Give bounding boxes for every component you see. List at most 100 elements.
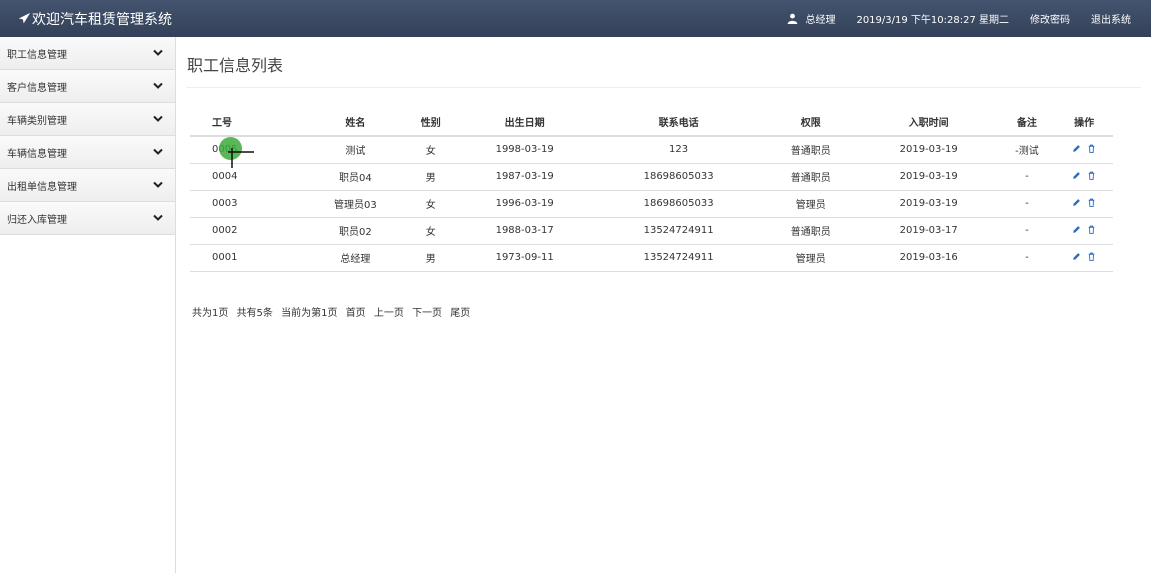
cell-actions: [1055, 244, 1113, 272]
column-header: 工号: [190, 108, 305, 137]
top-navbar: 欢迎汽车租赁管理系统 总经理 2019/3/19 下午10:28:27 星期二 …: [0, 0, 1151, 37]
sidebar-item-label: 车辆类别管理: [7, 115, 67, 127]
pager-total-records: 共有5条: [236, 308, 273, 319]
cell-actions: [1055, 190, 1113, 218]
cell-phone: 18698605033: [594, 163, 763, 191]
cursor-icon: [228, 148, 254, 168]
cell-phone: 18698605033: [594, 190, 763, 218]
sidebar-item-label: 出租单信息管理: [7, 181, 77, 193]
chevron-down-icon: [153, 115, 163, 122]
trash-icon[interactable]: [1087, 198, 1096, 207]
logout-link[interactable]: 退出系统: [1091, 11, 1131, 26]
cell-role: 普通职员: [762, 217, 859, 245]
change-password-link[interactable]: 修改密码: [1030, 11, 1070, 26]
pencil-icon[interactable]: [1072, 144, 1081, 153]
column-header: 姓名: [304, 108, 407, 137]
cell-hired: 2019-03-16: [858, 244, 999, 272]
cell-id: 0001: [190, 244, 305, 272]
cell-birth: 1987-03-19: [454, 163, 595, 191]
cell-actions: [1055, 217, 1113, 245]
cell-gender: 男: [406, 244, 455, 272]
cell-actions: [1055, 163, 1113, 191]
sidebar-item-label: 职工信息管理: [7, 49, 67, 61]
trash-icon[interactable]: [1087, 252, 1096, 261]
trash-icon[interactable]: [1087, 225, 1096, 234]
column-header: 性别: [406, 108, 455, 137]
user-icon: [788, 13, 798, 24]
sidebar-item[interactable]: 车辆信息管理: [0, 136, 175, 169]
datetime: 2019/3/19 下午10:28:27 星期二: [856, 15, 1009, 26]
cell-birth: 1996-03-19: [454, 190, 595, 218]
sidebar-item-label: 客户信息管理: [7, 82, 67, 94]
navbar-right: 总经理 2019/3/19 下午10:28:27 星期二 修改密码 退出系统: [787, 0, 1151, 37]
cell-role: 管理员: [762, 190, 859, 218]
divider: [186, 87, 1141, 88]
cell-gender: 男: [406, 163, 455, 191]
pagination: 共为1页 共有5条 当前为第1页 首页 上一页 下一页 尾页: [192, 304, 475, 319]
cell-birth: 1973-09-11: [454, 244, 595, 272]
table-row: 0003 管理员03 女 1996-03-19 18698605033 管理员 2019-0…: [190, 190, 1113, 218]
cell-name: 职员04: [304, 163, 407, 191]
chevron-down-icon: [153, 181, 163, 188]
column-header: 入职时间: [858, 108, 999, 137]
cell-id: 0003: [190, 190, 305, 218]
pencil-icon[interactable]: [1072, 225, 1081, 234]
cell-name: 总经理: [304, 244, 407, 272]
cell-note: -测试: [998, 136, 1056, 164]
cell-hired: 2019-03-19: [858, 190, 999, 218]
trash-icon[interactable]: [1087, 171, 1096, 180]
pager-first-link[interactable]: 首页: [346, 308, 366, 319]
sidebar-item[interactable]: 车辆类别管理: [0, 103, 175, 136]
send-icon: [18, 12, 31, 24]
cell-name: 测试: [304, 136, 407, 164]
table-header-row: 工号 姓名 性别 出生日期 联系电话 权限 入职时间 备注 操作: [190, 108, 1113, 137]
column-header: 联系电话: [594, 108, 763, 137]
cell-note: -: [998, 244, 1056, 272]
cell-role: 普通职员: [762, 163, 859, 191]
employee-table: 工号姓名性别出生日期联系电话权限入职时间备注操作 0005测试女1998-03-…: [190, 108, 1113, 272]
sidebar-item[interactable]: 职工信息管理: [0, 37, 175, 70]
cell-birth: 1988-03-17: [454, 217, 595, 245]
chevron-down-icon: [153, 49, 163, 56]
trash-icon[interactable]: [1087, 144, 1096, 153]
table-row: 0001 总经理男 1973-09-11 13524724911 管理员 2019-03-…: [190, 244, 1113, 272]
pencil-icon[interactable]: [1072, 198, 1081, 207]
cell-note: -: [998, 190, 1056, 218]
cell-phone: 13524724911: [594, 217, 763, 245]
cell-gender: 女: [406, 190, 455, 218]
cell-note: -: [998, 217, 1056, 245]
cell-role: 普通职员: [762, 136, 859, 164]
pager-total-pages: 共为1页: [192, 308, 229, 319]
cell-name: 职员02: [304, 217, 407, 245]
pager-last-link[interactable]: 尾页: [450, 308, 470, 319]
chevron-down-icon: [153, 214, 163, 221]
pencil-icon[interactable]: [1072, 171, 1081, 180]
pager-prev-link[interactable]: 上一页: [374, 308, 404, 319]
pager-next-link[interactable]: 下一页: [412, 308, 442, 319]
cell-phone: 123: [594, 136, 763, 164]
cell-note: -: [998, 163, 1056, 191]
sidebar-item-label: 车辆信息管理: [7, 148, 67, 160]
cell-actions: [1055, 136, 1113, 164]
cell-birth: 1998-03-19: [454, 136, 595, 164]
cell-gender: 女: [406, 136, 455, 164]
user-name: 总经理: [805, 15, 836, 26]
cell-role: 管理员: [762, 244, 859, 272]
chevron-down-icon: [153, 82, 163, 89]
cell-phone: 13524724911: [594, 244, 763, 272]
column-header: 备注: [998, 108, 1056, 137]
pencil-icon[interactable]: [1072, 252, 1081, 261]
sidebar-item[interactable]: 客户信息管理: [0, 70, 175, 103]
brand[interactable]: 欢迎汽车租赁管理系统: [0, 0, 172, 37]
table-row: 0002 职员02 女 1988-03-17 13524724911 普通职员 2019-0…: [190, 217, 1113, 245]
sidebar-item[interactable]: 出租单信息管理: [0, 169, 175, 202]
column-header: 权限: [762, 108, 859, 137]
sidebar: 职工信息管理 客户信息管理 车辆类别管理 车辆信息管理 出租单信息管理归还入库管理: [0, 37, 176, 573]
sidebar-item[interactable]: 归还入库管理: [0, 202, 175, 235]
cell-id: 0002: [190, 217, 305, 245]
app-title: 欢迎汽车租赁管理系统: [32, 11, 172, 28]
current-user[interactable]: 总经理: [787, 11, 835, 26]
cell-gender: 女: [406, 217, 455, 245]
cell-name: 管理员03: [304, 190, 407, 218]
cell-hired: 2019-03-19: [858, 136, 999, 164]
